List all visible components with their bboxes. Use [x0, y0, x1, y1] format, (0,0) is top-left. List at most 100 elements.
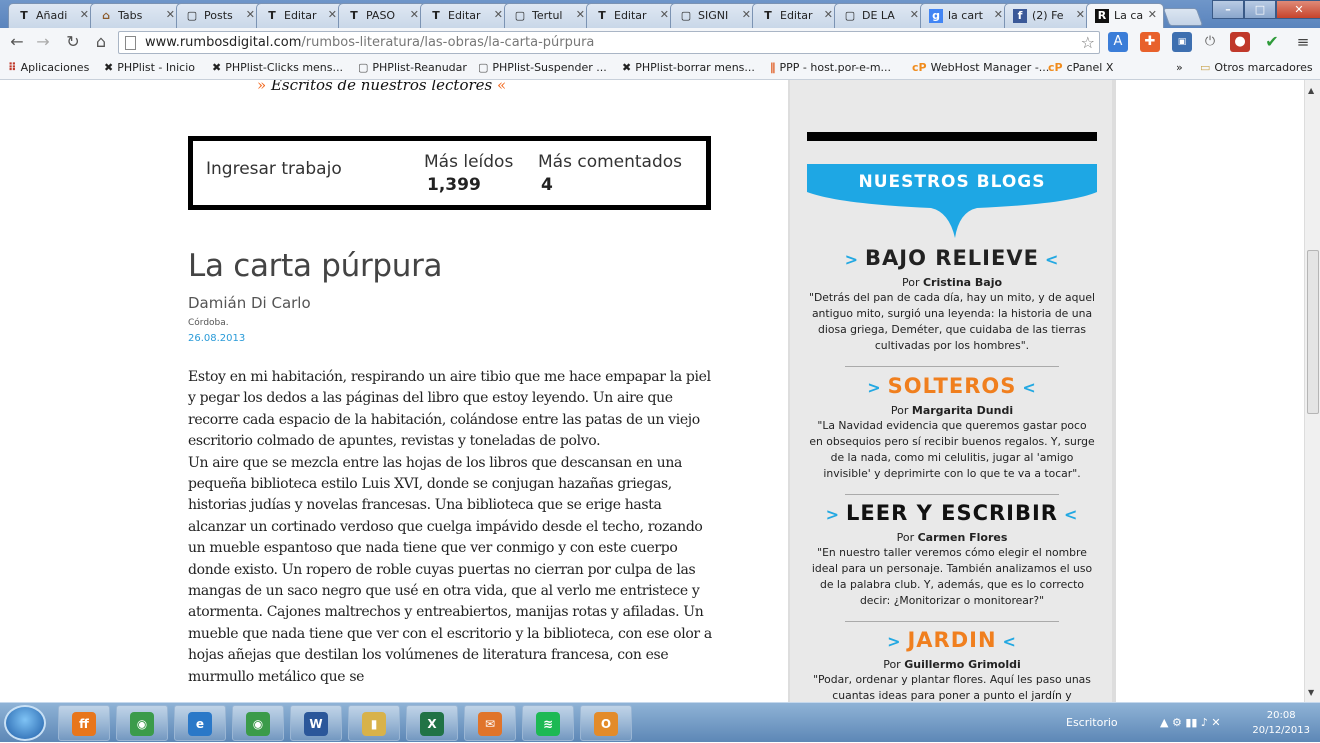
check-extension-icon[interactable]: ✔: [1262, 32, 1282, 52]
tab-close-icon[interactable]: ✕: [1148, 8, 1157, 21]
most-commented-label[interactable]: Más comentados: [538, 152, 682, 172]
scroll-up-icon[interactable]: ▲: [1308, 86, 1314, 95]
tab-10[interactable]: T Editar ✕: [752, 3, 840, 28]
badge-extension-icon[interactable]: ▣: [1172, 32, 1192, 52]
tray-icons[interactable]: ▲ ⚙ ▮▮ ♪ ✕: [1160, 716, 1221, 729]
blog-entry[interactable]: > LEER Y ESCRIBIR < Por Carmen Flores "En nu…: [807, 501, 1097, 609]
page-bookmark-icon: ▢: [478, 61, 489, 74]
blog-name[interactable]: > BAJO RELIEVE <: [807, 246, 1097, 272]
menu-icon[interactable]: ≡: [1293, 32, 1313, 52]
maximize-button[interactable]: □: [1244, 0, 1276, 19]
tab-13[interactable]: f (2) Fe ✕: [1004, 3, 1092, 28]
tab-5[interactable]: T PASO ✕: [338, 3, 426, 28]
blog-description: "En nuestro taller veremos cómo elegir e…: [811, 546, 1093, 607]
blog-name-text: LEER Y ESCRIBIR: [846, 501, 1058, 525]
bookmark-item[interactable]: »: [1176, 61, 1183, 74]
bookmark-item[interactable]: ✖ PHPlist-Clicks mens...: [212, 61, 343, 74]
desktop-toolbar-label[interactable]: Escritorio: [1066, 716, 1118, 729]
power-extension-icon[interactable]: ⏻: [1200, 32, 1220, 52]
chevron-right-icon: >: [825, 505, 841, 524]
sidebar-divider-bar: [807, 132, 1097, 141]
tab-close-icon[interactable]: ✕: [994, 8, 1003, 21]
taskbar-excel-button[interactable]: X: [406, 705, 458, 741]
bookmark-item[interactable]: cP WebHost Manager -...: [912, 61, 1049, 74]
reload-icon[interactable]: ↻: [62, 32, 84, 52]
tab-12[interactable]: g la cart ✕: [920, 3, 1010, 28]
blog-entry[interactable]: > BAJO RELIEVE < Por Cristina Bajo "Detrás d…: [807, 246, 1097, 354]
blog-name[interactable]: > LEER Y ESCRIBIR <: [807, 501, 1097, 527]
new-tab-button[interactable]: [1162, 8, 1204, 26]
bookmark-item[interactable]: ▢ PHPlist-Reanudar: [358, 61, 467, 74]
translate-extension-icon[interactable]: A: [1108, 32, 1128, 52]
taskbar-word-button[interactable]: W: [290, 705, 342, 741]
blog-name-text: JARDIN: [907, 628, 997, 652]
tab-9[interactable]: ▢ SIGNI ✕: [670, 3, 758, 28]
bookmark-item[interactable]: ∥ PPP - host.por-e-m...: [770, 61, 891, 74]
most-read-label[interactable]: Más leídos: [424, 152, 513, 172]
article-body: Estoy en mi habitación, respirando un ai…: [188, 367, 718, 688]
blog-name[interactable]: > SOLTEROS <: [807, 374, 1097, 400]
tab-7[interactable]: ▢ Tertul ✕: [504, 3, 592, 28]
tab-2[interactable]: ⌂ Tabs ✕: [90, 3, 182, 28]
minimize-button[interactable]: –: [1212, 0, 1244, 19]
tab-close-icon[interactable]: ✕: [910, 8, 919, 21]
chevron-left-icon: <: [1044, 250, 1060, 269]
start-button[interactable]: [4, 705, 46, 741]
bookmark-label: Otros marcadores: [1214, 61, 1313, 74]
bookmark-item[interactable]: ▢ PHPlist-Suspender ...: [478, 61, 607, 74]
taskbar-internet-explorer-button[interactable]: e: [174, 705, 226, 741]
taskbar-firefox-button[interactable]: ff: [58, 705, 110, 741]
scrollbar-thumb[interactable]: [1307, 250, 1319, 414]
taskbar-outlook-send-button[interactable]: ✉: [464, 705, 516, 741]
tab-1[interactable]: T Añadi ✕: [8, 3, 96, 28]
tab-close-icon[interactable]: ✕: [742, 8, 751, 21]
blog-entry[interactable]: > JARDIN < Por Guillermo Grimoldi "Podar, or…: [807, 628, 1097, 702]
taskbar-chrome-button[interactable]: ◉: [116, 705, 168, 741]
clock[interactable]: 20:08 20/12/2013: [1252, 708, 1310, 738]
tab-close-icon[interactable]: ✕: [166, 8, 175, 21]
submit-work-link[interactable]: Ingresar trabajo: [206, 159, 342, 179]
tab-title: Editar: [780, 9, 813, 22]
bookmark-star-icon[interactable]: ☆: [1081, 33, 1095, 52]
tab-11[interactable]: ▢ DE LA ✕: [834, 3, 926, 28]
bookmark-item[interactable]: ✖ PHPlist-borrar mens...: [622, 61, 755, 74]
taskbar-spotify-button[interactable]: ≋: [522, 705, 574, 741]
tab-close-icon[interactable]: ✕: [660, 8, 669, 21]
adblock-extension-icon[interactable]: ●: [1230, 32, 1250, 52]
tab-close-icon[interactable]: ✕: [494, 8, 503, 21]
bookmark-label: PHPlist-Reanudar: [372, 61, 467, 74]
tab-8[interactable]: T Editar ✕: [586, 3, 676, 28]
article-place: Córdoba.: [188, 318, 229, 328]
tab-close-icon[interactable]: ✕: [328, 8, 337, 21]
bookmark-item[interactable]: ⠿ Aplicaciones: [8, 61, 89, 74]
bookmark-item[interactable]: ✖ PHPlist - Inicio: [104, 61, 195, 74]
tab-close-icon[interactable]: ✕: [824, 8, 833, 21]
taskbar-outlook-button[interactable]: O: [580, 705, 632, 741]
tab-6[interactable]: T Editar ✕: [420, 3, 510, 28]
tab-14[interactable]: R La car ✕: [1086, 3, 1164, 28]
plus-extension-icon[interactable]: ✚: [1140, 32, 1160, 52]
tab-4[interactable]: T Editar ✕: [256, 3, 344, 28]
T-favicon-icon: T: [432, 9, 440, 22]
taskbar-chrome-button[interactable]: ◉: [232, 705, 284, 741]
close-window-button[interactable]: ✕: [1276, 0, 1320, 19]
tab-3[interactable]: ▢ Posts ✕: [176, 3, 262, 28]
page-scrollbar[interactable]: ▲ ▼: [1304, 80, 1320, 702]
home-icon[interactable]: ⌂: [90, 32, 112, 52]
address-bar[interactable]: www.rumbosdigital.com/rumbos-literatura/…: [118, 31, 1100, 54]
readers-section-title[interactable]: » Escritos de nuestros lectores «: [257, 80, 506, 94]
bookmark-item[interactable]: ▭ Otros marcadores: [1200, 61, 1313, 74]
tab-close-icon[interactable]: ✕: [1076, 8, 1085, 21]
scroll-down-icon[interactable]: ▼: [1308, 688, 1314, 697]
tab-close-icon[interactable]: ✕: [576, 8, 585, 21]
back-icon[interactable]: ←: [6, 32, 28, 52]
taskbar-explorer-button[interactable]: ▮: [348, 705, 400, 741]
page-icon: [125, 36, 136, 50]
tab-close-icon[interactable]: ✕: [80, 8, 89, 21]
blog-entry[interactable]: > SOLTEROS < Por Margarita Dundi "La Navidad…: [807, 374, 1097, 482]
tab-close-icon[interactable]: ✕: [246, 8, 255, 21]
forward-icon[interactable]: →: [32, 32, 54, 52]
blog-name[interactable]: > JARDIN <: [807, 628, 1097, 654]
tab-close-icon[interactable]: ✕: [410, 8, 419, 21]
bookmark-item[interactable]: cP cPanel X: [1048, 61, 1113, 74]
